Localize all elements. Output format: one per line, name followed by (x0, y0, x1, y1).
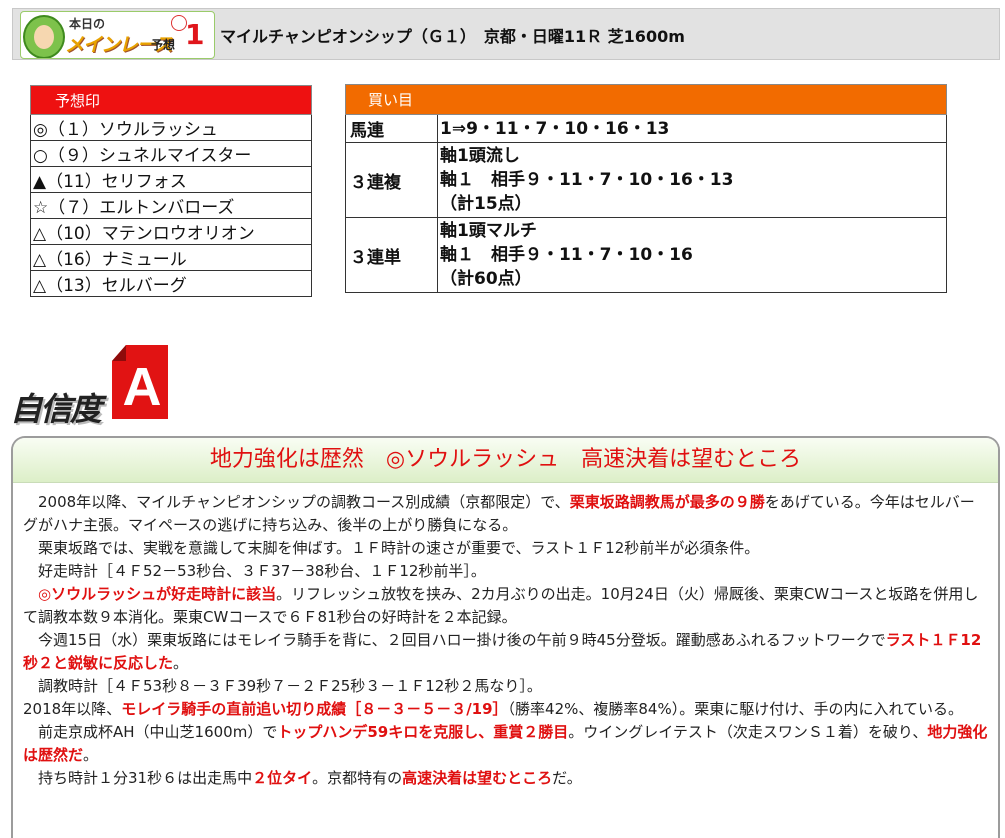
confidence-grade: A (123, 357, 162, 417)
text-run: 2008年以降、マイルチャンピオンシップの調教コース別成績（京都限定）で、 (23, 493, 570, 511)
text-run: 。 (173, 654, 189, 672)
bet-line: （計15点） (440, 194, 532, 214)
bet-detail: 1⇒9・11・7・10・16・13 (437, 114, 947, 143)
highlight-text: ◎ソウルラッシュが好走時計に該当 (38, 585, 277, 603)
confidence-label: 自信度 (10, 390, 102, 428)
text-run: 。京都特有の (312, 769, 403, 787)
mark-row: ☆（７）エルトンバローズ (30, 192, 312, 219)
highlight-text: トップハンデ59キロを克服し、重賞２勝目 (277, 723, 569, 741)
logo-number: 1 (185, 18, 205, 51)
header-bar: 本日の メインレース 予想 1 マイルチャンピオンシップ（Ｇ１） 京都・日曜11… (12, 8, 1000, 60)
commentary-title: 地力強化は歴然 ◎ソウルラッシュ 高速決着は望むところ (209, 447, 802, 472)
mark-row: ▲（11）セリフォス (30, 166, 312, 193)
text-run: だ。 (552, 769, 582, 787)
commentary-paragraph: 2008年以降、マイルチャンピオンシップの調教コース別成績（京都限定）で、栗東坂… (23, 491, 988, 537)
commentary-paragraph: 調教時計［４Ｆ53秒８－３Ｆ39秒７－２Ｆ25秒３－１Ｆ12秒２馬なり］。 (23, 677, 542, 695)
mark-row: △（10）マテンロウオリオン (30, 218, 312, 245)
bet-detail: 軸1頭マルチ 軸１ 相手９・11・7・10・16 （計60点） (437, 217, 947, 293)
bet-type: ３連単 (345, 217, 438, 293)
mark-row: ○（９）シュネルマイスター (30, 140, 312, 167)
bet-detail: 軸1頭流し 軸１ 相手９・11・7・10・16・13 （計15点） (437, 142, 947, 218)
bet-line: 1⇒9・11・7・10・16・13 (440, 118, 670, 139)
bet-type: ３連複 (345, 142, 438, 218)
prediction-marks-table: 予想印 ◎（１）ソウルラッシュ ○（９）シュネルマイスター ▲（11）セリフォス… (30, 85, 312, 297)
commentary-paragraph: ◎ソウルラッシュが好走時計に該当。リフレッシュ放牧を挟み、2カ月ぶりの出走。10… (23, 583, 988, 629)
logo-yoso-text: 予想 (151, 38, 176, 52)
commentary-paragraph: 前走京成杯AH（中山芝1600m）でトップハンデ59キロを克服し、重賞２勝目。ウ… (23, 721, 988, 767)
highlight-text: 栗東坂路調教馬が最多の９勝 (569, 493, 765, 511)
text-run: 2018年以降、 (23, 700, 122, 718)
commentary-paragraph: 好走時計［４Ｆ52－53秒台、３Ｆ37－38秒台、１Ｆ12秒前半］。 (23, 562, 486, 580)
bet-line: 軸１ 相手９・11・7・10・16・13 (440, 170, 734, 190)
mascot-face-icon (23, 15, 65, 58)
bet-type: 馬連 (345, 114, 438, 143)
highlight-text: 高速決着は望むところ (402, 769, 553, 787)
confidence-grade-a-icon: A (112, 345, 168, 419)
commentary-box: 地力強化は歴然 ◎ソウルラッシュ 高速決着は望むところ 2008年以降、マイルチ… (11, 436, 1000, 838)
marks-header: 予想印 (30, 85, 312, 115)
commentary-header: 地力強化は歴然 ◎ソウルラッシュ 高速決着は望むところ (13, 438, 998, 483)
mark-row: ◎（１）ソウルラッシュ (30, 114, 312, 141)
text-run: 。ウイングレイテスト（次走スワンＳ１着）を破り、 (568, 723, 928, 741)
bets-header: 買い目 (345, 84, 947, 115)
text-run: 。 (83, 746, 99, 764)
main-race-logo: 本日の メインレース 予想 1 (20, 11, 215, 59)
text-run: 持ち時計１分31秒６は出走馬中 (23, 769, 253, 787)
highlight-text: ２位タイ (252, 769, 313, 787)
mark-row: △（13）セルバーグ (30, 270, 312, 297)
text-run: 今週15日（水）栗東坂路にはモレイラ騎手を背に、２回目ハロー掛け後の午前９時45… (23, 631, 886, 649)
text-run (23, 585, 38, 603)
text-run: （勝率42%、複勝率84%）。栗東に駆け付け、手の内に入れている。 (507, 700, 964, 718)
bet-line: 軸１ 相手９・11・7・10・16 (440, 245, 693, 265)
race-title: マイルチャンピオンシップ（Ｇ１） 京都・日曜11Ｒ 芝1600m (220, 27, 685, 46)
bet-line: 軸1頭流し (440, 146, 520, 166)
commentary-paragraph: 2018年以降、モレイラ騎手の直前追い切り成績［８－３－５－３/19］（勝率42… (23, 698, 988, 721)
bets-table: 買い目 馬連 1⇒9・11・7・10・16・13 ３連複 軸1頭流し 軸１ 相手… (345, 84, 947, 293)
bet-line: （計60点） (440, 269, 532, 289)
bet-line: 軸1頭マルチ (440, 221, 537, 241)
text-run: 前走京成杯AH（中山芝1600m）で (23, 723, 278, 741)
commentary-paragraph: 持ち時計１分31秒６は出走馬中２位タイ。京都特有の高速決着は望むところだ。 (23, 767, 988, 790)
commentary-body: 2008年以降、マイルチャンピオンシップの調教コース別成績（京都限定）で、栗東坂… (13, 483, 998, 790)
highlight-text: モレイラ騎手の直前追い切り成績［８－３－５－３/19］ (121, 700, 508, 718)
commentary-paragraph: 栗東坂路では、実戦を意識して末脚を伸ばす。１Ｆ時計の速さが重要で、ラスト１Ｆ12… (23, 539, 760, 557)
mark-row: △（16）ナミュール (30, 244, 312, 271)
commentary-paragraph: 今週15日（水）栗東坂路にはモレイラ騎手を背に、２回目ハロー掛け後の午前９時45… (23, 629, 988, 675)
